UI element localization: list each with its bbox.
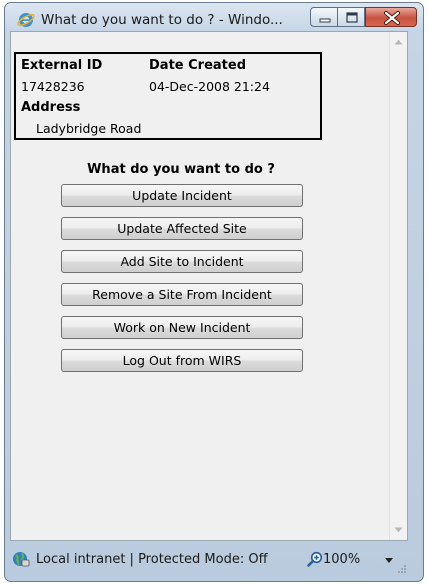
security-zone-text[interactable]: Local intranet | Protected Mode: Off bbox=[36, 552, 268, 567]
vertical-scrollbar[interactable] bbox=[389, 32, 407, 540]
close-button[interactable] bbox=[365, 7, 417, 27]
remove-site-from-incident-button[interactable]: Remove a Site From Incident bbox=[61, 283, 303, 306]
internet-explorer-icon bbox=[17, 13, 35, 27]
window-title: What do you want to do ? - Windo... bbox=[41, 12, 283, 28]
zoom-level[interactable]: 100% bbox=[323, 552, 360, 567]
update-affected-site-button[interactable]: Update Affected Site bbox=[61, 217, 303, 240]
log-out-button[interactable]: Log Out from WIRS bbox=[61, 349, 303, 372]
magnifier-icon[interactable] bbox=[307, 551, 323, 567]
action-button-list: Update Incident Update Affected Site Add… bbox=[61, 184, 303, 382]
work-on-new-incident-button[interactable]: Work on New Incident bbox=[61, 316, 303, 339]
update-incident-button[interactable]: Update Incident bbox=[61, 184, 303, 207]
maximize-icon bbox=[346, 12, 358, 23]
resize-grip-icon[interactable] bbox=[396, 563, 406, 573]
chevron-down-icon[interactable] bbox=[385, 558, 393, 563]
record-details-box: External ID Date Created 17428236 04-Dec… bbox=[14, 52, 322, 140]
status-bar: Local intranet | Protected Mode: Off 100… bbox=[10, 541, 408, 577]
scroll-down-arrow-icon[interactable] bbox=[394, 527, 403, 533]
address-value: Ladybridge Road bbox=[36, 121, 142, 136]
page-content: External ID Date Created 17428236 04-Dec… bbox=[10, 31, 408, 541]
add-site-to-incident-button[interactable]: Add Site to Incident bbox=[61, 250, 303, 273]
date-created-value: 04-Dec-2008 21:24 bbox=[149, 79, 270, 94]
external-id-value: 17428236 bbox=[21, 79, 85, 94]
external-id-label: External ID bbox=[21, 58, 103, 73]
maximize-button[interactable] bbox=[337, 7, 365, 27]
date-created-label: Date Created bbox=[149, 58, 246, 73]
close-icon bbox=[384, 11, 400, 25]
action-menu-heading: What do you want to do ? bbox=[87, 162, 275, 177]
scroll-up-arrow-icon[interactable] bbox=[394, 39, 403, 45]
minimize-icon bbox=[319, 18, 331, 23]
minimize-button[interactable] bbox=[310, 7, 338, 27]
globe-icon[interactable] bbox=[12, 550, 30, 568]
address-label: Address bbox=[21, 100, 81, 115]
